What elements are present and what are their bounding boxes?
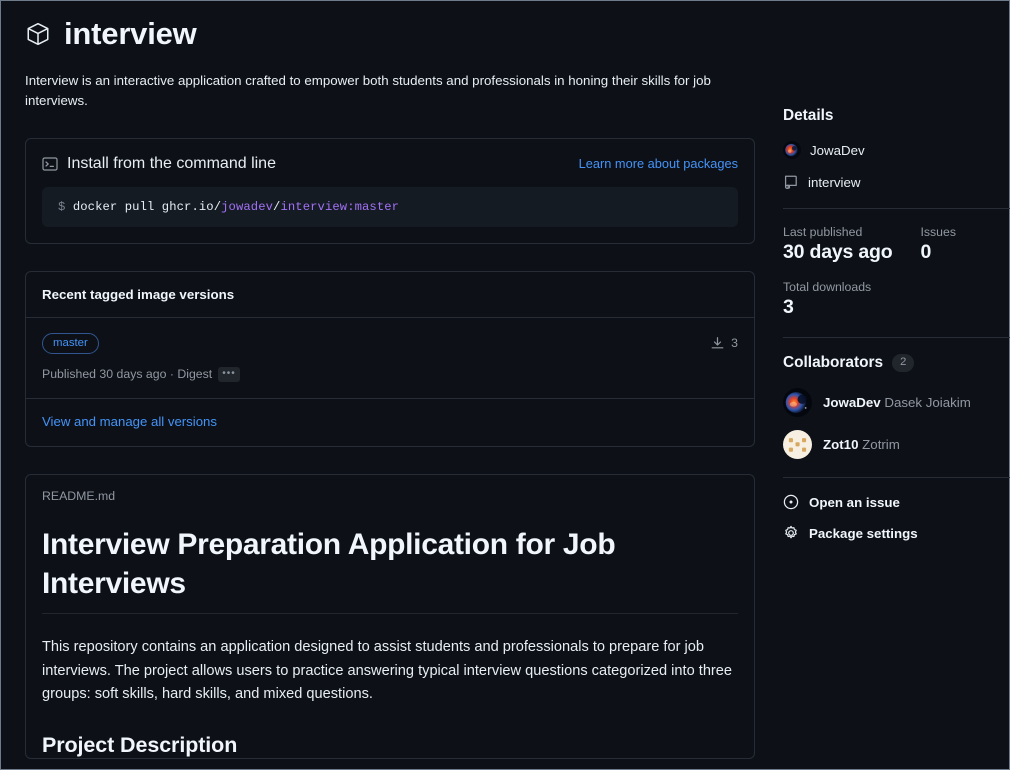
- sidebar-owner-row[interactable]: JowaDev: [783, 141, 1010, 159]
- install-card-header: Install from the command line Learn more…: [42, 155, 738, 173]
- open-an-issue-action[interactable]: Open an issue: [783, 494, 1010, 510]
- sidebar-divider-2: [783, 337, 1010, 338]
- stat-total-downloads: Total downloads 3: [783, 280, 1010, 319]
- collaborator-username: JowaDev: [823, 395, 881, 411]
- learn-more-about-packages-link[interactable]: Learn more about packages: [579, 156, 738, 171]
- sidebar-owner-label: JowaDev: [810, 142, 865, 158]
- main-content: interview Interview is an interactive ap…: [25, 1, 755, 769]
- versions-footer: View and manage all versions: [26, 399, 754, 446]
- published-text: Published 30 days ago · Digest: [42, 367, 213, 382]
- terminal-icon: [42, 156, 58, 172]
- collaborator-text: JowaDev Dasek Joiakim: [823, 395, 971, 410]
- install-command-box[interactable]: $ docker pull ghcr.io/jowadev/interview:…: [42, 186, 738, 227]
- zot10-avatar: [783, 430, 812, 460]
- details-heading-label: Details: [783, 107, 834, 124]
- collaborators-count-badge: 2: [892, 354, 915, 373]
- install-card: Install from the command line Learn more…: [25, 137, 755, 244]
- download-count-group: 3: [710, 336, 738, 351]
- collaborators-heading-label: Collaborators: [783, 354, 884, 372]
- sidebar-repo-label: interview: [808, 174, 861, 190]
- command-base: docker pull ghcr.io: [72, 199, 214, 214]
- stat-last-published-value: 30 days ago: [783, 241, 893, 263]
- details-heading: Details: [783, 107, 1010, 125]
- readme-heading-2: Project Description: [42, 732, 238, 757]
- package-header: interview: [25, 15, 755, 54]
- stat-total-downloads-value: 3: [783, 296, 794, 318]
- command-owner: jowadev: [221, 199, 274, 214]
- readme-body: Interview Preparation Application for Jo…: [26, 507, 754, 758]
- jowadev-avatar: [783, 388, 812, 418]
- published-line: Published 30 days ago · Digest •••: [42, 366, 738, 382]
- jowadev-avatar: [783, 141, 801, 159]
- readme-heading-1: Interview Preparation Application for Jo…: [42, 525, 738, 614]
- details-stats: Last published 30 days ago Issues 0: [783, 225, 1010, 264]
- package-settings-action[interactable]: Package settings: [783, 525, 1010, 541]
- open-an-issue-label: Open an issue: [809, 494, 900, 510]
- download-count: 3: [731, 336, 738, 351]
- stat-total-downloads-label: Total downloads: [783, 280, 872, 294]
- stat-issues: Issues 0: [920, 225, 956, 264]
- collaborator-text: Zot10 Zotrim: [823, 437, 900, 452]
- collaborator-username: Zot10: [823, 437, 859, 453]
- stat-issues-value: 0: [920, 241, 932, 263]
- collaborator-row[interactable]: JowaDev Dasek Joiakim: [783, 388, 1010, 418]
- stat-last-published: Last published 30 days ago: [783, 225, 893, 264]
- sidebar-divider-3: [783, 477, 1010, 479]
- sidebar: Details JowaDev interview Last published…: [783, 1, 1010, 769]
- gear-icon: [783, 525, 799, 541]
- readme-paragraph: This repository contains an application …: [42, 638, 733, 703]
- install-label: Install from the command line: [67, 154, 276, 172]
- collaborator-row[interactable]: Zot10 Zotrim: [783, 430, 1010, 460]
- stat-last-published-label: Last published: [783, 225, 863, 239]
- command-prompt: $: [58, 199, 66, 214]
- collaborator-fullname: Zotrim: [862, 437, 900, 453]
- package-page: interview Interview is an interactive ap…: [1, 1, 1010, 769]
- sidebar-repo-row[interactable]: interview: [783, 174, 1010, 190]
- readme-filename: README.md: [42, 488, 116, 503]
- digest-ellipsis-chip[interactable]: •••: [218, 366, 240, 382]
- sidebar-divider-1: [783, 208, 1010, 209]
- tagged-versions-heading: Recent tagged image versions: [26, 272, 754, 318]
- repo-icon: [783, 174, 799, 190]
- package-cube-icon: [25, 21, 51, 47]
- issue-opened-icon: [783, 494, 799, 510]
- version-tag-badge[interactable]: master: [42, 332, 99, 354]
- collaborators-heading: Collaborators 2: [783, 354, 1010, 373]
- stat-issues-label: Issues: [920, 225, 956, 239]
- view-manage-versions-link[interactable]: View and manage all versions: [42, 414, 217, 429]
- version-tag-line: master 3: [42, 332, 738, 354]
- version-row: master 3 Published 30 days ago · Digest …: [26, 318, 754, 399]
- tagged-versions-card: Recent tagged image versions master 3 Pu…: [25, 270, 755, 447]
- install-label-group: Install from the command line: [42, 155, 276, 173]
- package-settings-label: Package settings: [809, 525, 918, 541]
- collaborator-fullname: Dasek Joiakim: [884, 395, 971, 411]
- readme-card: README.md Interview Preparation Applicat…: [25, 473, 755, 759]
- download-icon: [710, 336, 725, 351]
- command-image-tag: interview:master: [280, 199, 400, 214]
- package-description: Interview is an interactive application …: [25, 72, 711, 108]
- page-title: interview: [64, 16, 197, 51]
